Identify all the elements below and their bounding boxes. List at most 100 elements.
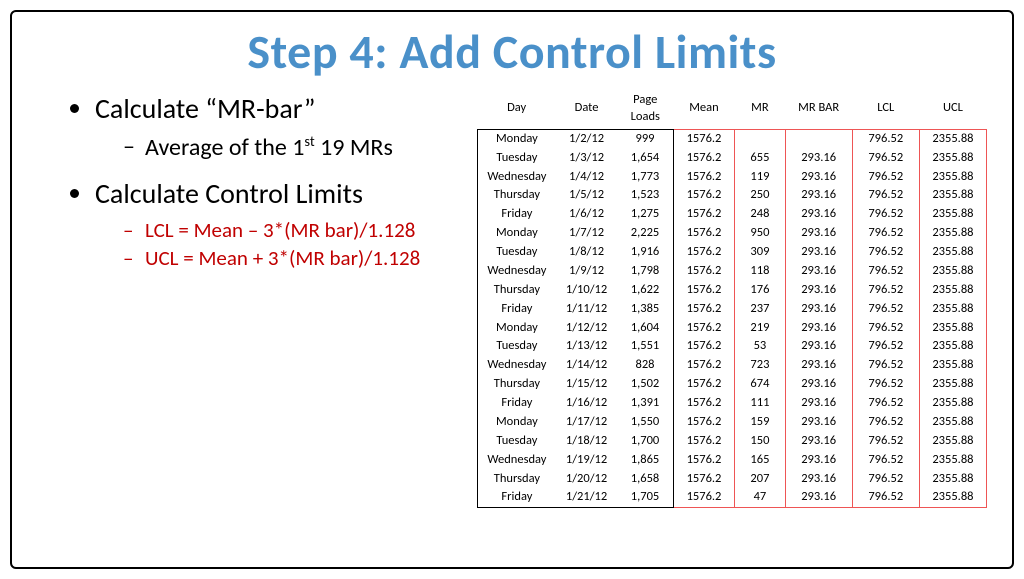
cell-mrbar: 293.16 <box>785 451 852 470</box>
cell-day: Friday <box>478 488 556 507</box>
cell-date: 1/17/12 <box>556 413 618 432</box>
cell-day: Monday <box>478 129 556 148</box>
cell-day: Wednesday <box>478 262 556 281</box>
cell-lcl: 796.52 <box>852 432 919 451</box>
cell-mr: 118 <box>735 262 785 281</box>
cell-ucl: 2355.88 <box>919 281 986 300</box>
table-row: Friday1/21/121,7051576.247293.16796.5223… <box>478 488 987 507</box>
cell-date: 1/14/12 <box>556 356 618 375</box>
cell-mr: 248 <box>735 205 785 224</box>
cell-loads: 1,654 <box>617 149 673 168</box>
table-row: Tuesday1/13/121,5511576.253293.16796.522… <box>478 337 987 356</box>
cell-ucl: 2355.88 <box>919 451 986 470</box>
cell-mr: 150 <box>735 432 785 451</box>
cell-ucl: 2355.88 <box>919 413 986 432</box>
table-row: Monday1/17/121,5501576.2159293.16796.522… <box>478 413 987 432</box>
cell-mean: 1576.2 <box>673 337 735 356</box>
cell-mrbar: 293.16 <box>785 224 852 243</box>
table-row: Tuesday1/8/121,9161576.2309293.16796.522… <box>478 243 987 262</box>
cell-lcl: 796.52 <box>852 394 919 413</box>
th-mr: MR <box>735 91 785 129</box>
th-mrbar: MR BAR <box>785 91 852 129</box>
cell-mrbar: 293.16 <box>785 186 852 205</box>
cell-day: Monday <box>478 224 556 243</box>
sub-bullet-average: Average of the 1st 19 MRs <box>123 132 447 162</box>
table-row: Friday1/6/121,2751576.2248293.16796.5223… <box>478 205 987 224</box>
cell-day: Tuesday <box>478 337 556 356</box>
cell-mr: 47 <box>735 488 785 507</box>
cell-day: Friday <box>478 394 556 413</box>
cell-mr: 207 <box>735 470 785 489</box>
table-row: Wednesday1/14/128281576.2723293.16796.52… <box>478 356 987 375</box>
table-row: Monday1/2/129991576.2796.522355.88 <box>478 129 987 148</box>
cell-loads: 1,916 <box>617 243 673 262</box>
cell-ucl: 2355.88 <box>919 205 986 224</box>
cell-lcl: 796.52 <box>852 451 919 470</box>
cell-lcl: 796.52 <box>852 186 919 205</box>
cell-loads: 1,705 <box>617 488 673 507</box>
cell-ucl: 2355.88 <box>919 394 986 413</box>
cell-day: Monday <box>478 319 556 338</box>
cell-loads: 1,658 <box>617 470 673 489</box>
cell-date: 1/21/12 <box>556 488 618 507</box>
cell-mean: 1576.2 <box>673 205 735 224</box>
cell-date: 1/3/12 <box>556 149 618 168</box>
cell-loads: 1,773 <box>617 168 673 187</box>
cell-mr: 237 <box>735 300 785 319</box>
cell-ucl: 2355.88 <box>919 224 986 243</box>
cell-mean: 1576.2 <box>673 129 735 148</box>
cell-lcl: 796.52 <box>852 224 919 243</box>
cell-date: 1/7/12 <box>556 224 618 243</box>
table-row: Thursday1/10/121,6221576.2176293.16796.5… <box>478 281 987 300</box>
table-row: Wednesday1/19/121,8651576.2165293.16796.… <box>478 451 987 470</box>
cell-mrbar: 293.16 <box>785 243 852 262</box>
th-lcl: LCL <box>852 91 919 129</box>
cell-mean: 1576.2 <box>673 262 735 281</box>
table-header-row: Day Date Page Loads Mean MR MR BAR LCL U… <box>478 91 987 129</box>
th-date: Date <box>556 91 618 129</box>
th-loads: Page Loads <box>617 91 673 129</box>
cell-mean: 1576.2 <box>673 488 735 507</box>
cell-loads: 828 <box>617 356 673 375</box>
cell-mr: 309 <box>735 243 785 262</box>
cell-date: 1/10/12 <box>556 281 618 300</box>
table-row: Tuesday1/18/121,7001576.2150293.16796.52… <box>478 432 987 451</box>
cell-date: 1/8/12 <box>556 243 618 262</box>
table-body: Monday1/2/129991576.2796.522355.88Tuesda… <box>478 129 987 508</box>
cell-mrbar: 293.16 <box>785 488 852 507</box>
cell-mr: 159 <box>735 413 785 432</box>
cell-day: Tuesday <box>478 149 556 168</box>
cell-mr: 53 <box>735 337 785 356</box>
cell-mrbar: 293.16 <box>785 262 852 281</box>
table-row: Thursday1/20/121,6581576.2207293.16796.5… <box>478 470 987 489</box>
cell-ucl: 2355.88 <box>919 168 986 187</box>
cell-date: 1/19/12 <box>556 451 618 470</box>
cell-mr <box>735 129 785 148</box>
cell-mean: 1576.2 <box>673 186 735 205</box>
cell-mean: 1576.2 <box>673 394 735 413</box>
cell-lcl: 796.52 <box>852 300 919 319</box>
cell-loads: 999 <box>617 129 673 148</box>
cell-ucl: 2355.88 <box>919 186 986 205</box>
cell-loads: 2,225 <box>617 224 673 243</box>
cell-loads: 1,502 <box>617 375 673 394</box>
cell-mr: 674 <box>735 375 785 394</box>
cell-day: Wednesday <box>478 451 556 470</box>
cell-loads: 1,550 <box>617 413 673 432</box>
bullet-list: Calculate “MR-bar” Average of the 1st 19… <box>67 91 447 508</box>
cell-mr: 219 <box>735 319 785 338</box>
cell-loads: 1,798 <box>617 262 673 281</box>
cell-loads: 1,391 <box>617 394 673 413</box>
cell-date: 1/6/12 <box>556 205 618 224</box>
cell-mr: 655 <box>735 149 785 168</box>
cell-mrbar <box>785 129 852 148</box>
cell-loads: 1,622 <box>617 281 673 300</box>
cell-day: Thursday <box>478 281 556 300</box>
bullet-control-limits: Calculate Control Limits LCL = Mean – 3*… <box>95 176 447 271</box>
table-row: Friday1/11/121,3851576.2237293.16796.522… <box>478 300 987 319</box>
cell-mean: 1576.2 <box>673 451 735 470</box>
cell-mrbar: 293.16 <box>785 205 852 224</box>
cell-day: Tuesday <box>478 243 556 262</box>
table-row: Tuesday1/3/121,6541576.2655293.16796.522… <box>478 149 987 168</box>
cell-ucl: 2355.88 <box>919 356 986 375</box>
